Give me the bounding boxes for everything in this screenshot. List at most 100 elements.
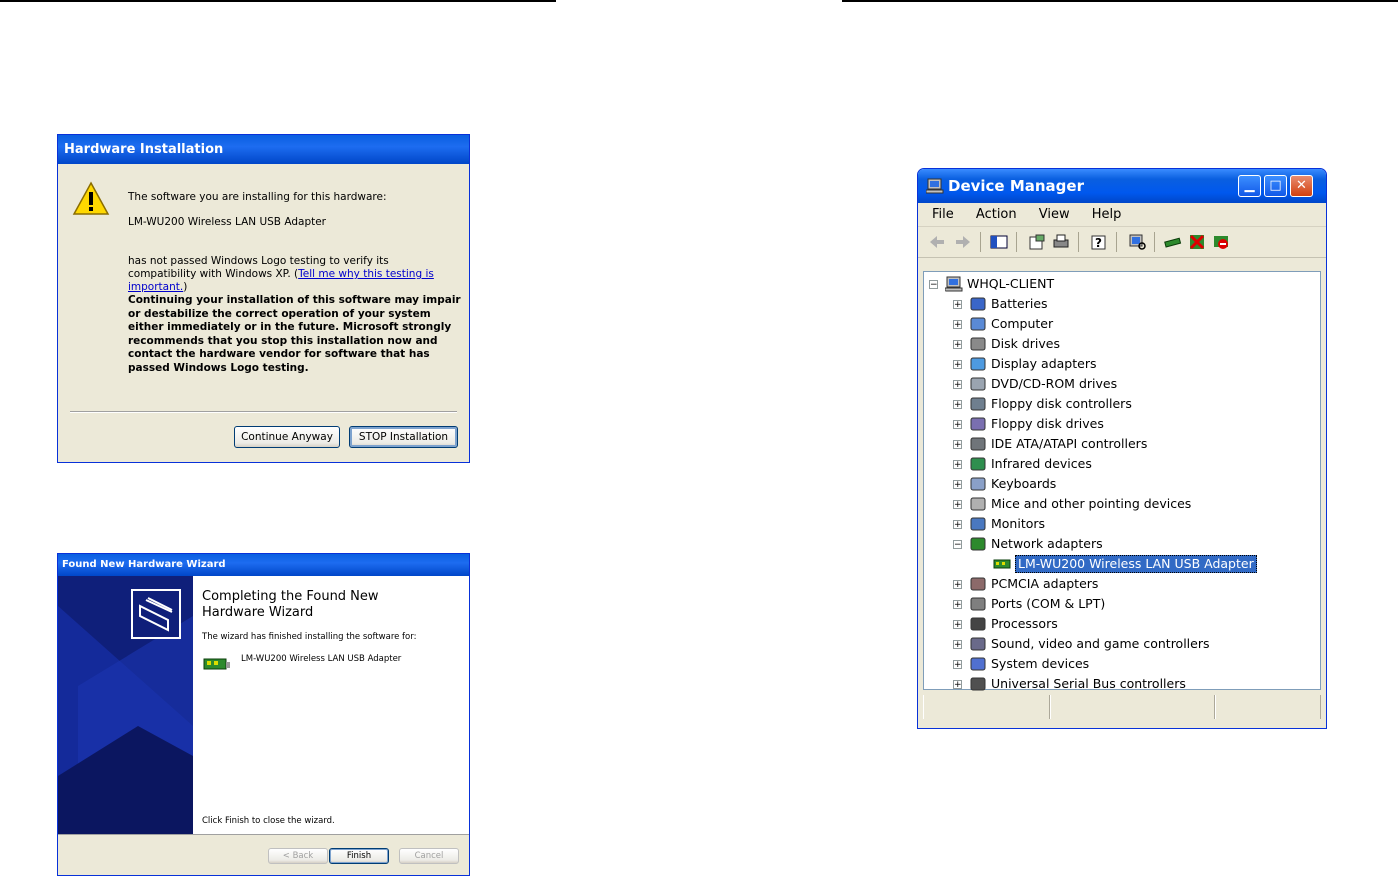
svg-text:?: ? — [1095, 236, 1102, 250]
category-label: Floppy disk drives — [991, 416, 1104, 431]
expand-toggle[interactable]: + — [953, 460, 962, 470]
category-label: Infrared devices — [991, 456, 1092, 471]
close-button[interactable]: ✕ — [1290, 175, 1313, 197]
category-label: Keyboards — [991, 476, 1057, 491]
expand-toggle[interactable]: + — [953, 500, 962, 510]
menu-file[interactable]: File — [932, 207, 954, 222]
wizard-title: Found New Hardware Wizard — [58, 554, 469, 576]
dvd-cd-rom-drives-icon — [970, 377, 986, 391]
toolbar: ? — [918, 227, 1326, 258]
ide-ata-atapi-controllers-icon — [970, 437, 986, 451]
update-driver-icon[interactable] — [1164, 234, 1182, 250]
scan-hardware-icon[interactable] — [1128, 234, 1146, 250]
device-manager-window: Device Manager ▁ □ ✕ File Action View He… — [917, 168, 1327, 729]
expand-toggle[interactable]: + — [953, 680, 962, 690]
uninstall-icon[interactable] — [1188, 234, 1206, 250]
display-adapters-icon — [970, 357, 986, 371]
device-name: LM-WU200 Wireless LAN USB Adapter — [128, 216, 327, 228]
device-manager-titlebar[interactable]: Device Manager ▁ □ ✕ — [918, 169, 1326, 203]
finish-button[interactable]: Finish — [329, 848, 389, 864]
network-adapters-icon — [970, 537, 986, 551]
properties-icon[interactable] — [1028, 234, 1046, 250]
category-label: Ports (COM & LPT) — [991, 596, 1106, 611]
toolbar-separator — [1078, 232, 1079, 252]
back-arrow-icon[interactable] — [928, 234, 946, 250]
category-label: Processors — [991, 616, 1058, 631]
category-label: Computer — [991, 316, 1054, 331]
warning-text: Continuing your installation of this sof… — [128, 294, 461, 374]
cancel-button[interactable]: Cancel — [399, 848, 459, 864]
network-card-icon — [203, 658, 230, 670]
category-label: Sound, video and game controllers — [991, 636, 1210, 651]
expand-toggle[interactable]: + — [953, 440, 962, 450]
expand-toggle[interactable]: + — [953, 380, 962, 390]
wizard-divider — [58, 834, 469, 835]
wizard-heading: Completing the Found New Hardware Wizard — [202, 589, 379, 620]
wizard-finish-message: Click Finish to close the wizard. — [202, 816, 335, 826]
category-label: Network adapters — [991, 536, 1103, 551]
expand-toggle[interactable]: + — [953, 520, 962, 530]
root-label: WHQL-CLIENT — [967, 276, 1055, 291]
expand-toggle[interactable]: + — [953, 620, 962, 630]
category-label: PCMCIA adapters — [991, 576, 1099, 591]
wizard-subtext: The wizard has finished installing the s… — [202, 632, 417, 642]
menu-help[interactable]: Help — [1092, 207, 1122, 222]
monitors-icon — [970, 517, 986, 531]
expand-toggle[interactable]: + — [953, 640, 962, 650]
toolbar-separator — [1154, 232, 1155, 252]
computer-icon — [970, 317, 986, 331]
menu-action[interactable]: Action — [976, 207, 1017, 222]
expand-toggle[interactable]: + — [953, 360, 962, 370]
menu-bar: File Action View Help — [918, 203, 1326, 227]
collapse-toggle[interactable]: − — [953, 540, 962, 550]
expand-toggle[interactable]: + — [953, 320, 962, 330]
universal-serial-bus-controllers-icon — [970, 677, 986, 691]
category-label: Monitors — [991, 516, 1046, 531]
device-tree: − WHQL-CLIENT + Batteries + Computer + Disk d… — [923, 271, 1321, 691]
mice-and-other-pointing-devices-icon — [970, 497, 986, 511]
forward-arrow-icon[interactable] — [954, 234, 972, 250]
network-card-icon — [993, 559, 1011, 569]
status-bar — [923, 695, 1321, 721]
status-pane-2 — [1050, 695, 1215, 719]
category-label: DVD/CD-ROM drives — [991, 376, 1118, 391]
continue-anyway-button[interactable]: Continue Anyway — [234, 426, 340, 448]
page-rule-right — [842, 0, 1398, 2]
window-title: Device Manager — [948, 177, 1084, 195]
batteries-icon — [970, 297, 986, 311]
floppy-disk-controllers-icon — [970, 397, 986, 411]
maximize-button[interactable]: □ — [1264, 175, 1287, 197]
minimize-button[interactable]: ▁ — [1238, 175, 1261, 197]
category-label: IDE ATA/ATAPI controllers — [991, 436, 1148, 451]
disable-device-icon[interactable] — [1212, 234, 1230, 250]
toolbar-separator — [980, 232, 981, 252]
expand-toggle[interactable]: + — [953, 660, 962, 670]
category-label: Batteries — [991, 296, 1048, 311]
category-label: Floppy disk controllers — [991, 396, 1132, 411]
category-label: Mice and other pointing devices — [991, 496, 1192, 511]
print-icon[interactable] — [1052, 234, 1070, 250]
back-button[interactable]: < Back — [268, 848, 328, 864]
collapse-toggle[interactable]: − — [929, 280, 938, 290]
expand-toggle[interactable]: + — [953, 340, 962, 350]
floppy-disk-drives-icon — [970, 417, 986, 431]
expand-toggle[interactable]: + — [953, 480, 962, 490]
category-label: System devices — [991, 656, 1090, 671]
stop-installation-button[interactable]: STOP Installation — [349, 426, 458, 448]
expand-toggle[interactable]: + — [953, 300, 962, 310]
infrared-devices-icon — [970, 457, 986, 471]
category-label: Disk drives — [991, 336, 1060, 351]
menu-view[interactable]: View — [1039, 207, 1070, 222]
expand-toggle[interactable]: + — [953, 580, 962, 590]
software-line: The software you are installing for this… — [128, 191, 387, 203]
wizard-device-name: LM-WU200 Wireless LAN USB Adapter — [241, 654, 402, 664]
status-pane-1 — [923, 695, 1050, 719]
toolbar-separator — [1116, 232, 1117, 252]
help-icon[interactable]: ? — [1090, 234, 1108, 250]
computer-icon — [926, 178, 944, 194]
category-label: Display adapters — [991, 356, 1097, 371]
expand-toggle[interactable]: + — [953, 400, 962, 410]
expand-toggle[interactable]: + — [953, 420, 962, 430]
expand-toggle[interactable]: + — [953, 600, 962, 610]
show-hide-tree-icon[interactable] — [990, 234, 1008, 250]
